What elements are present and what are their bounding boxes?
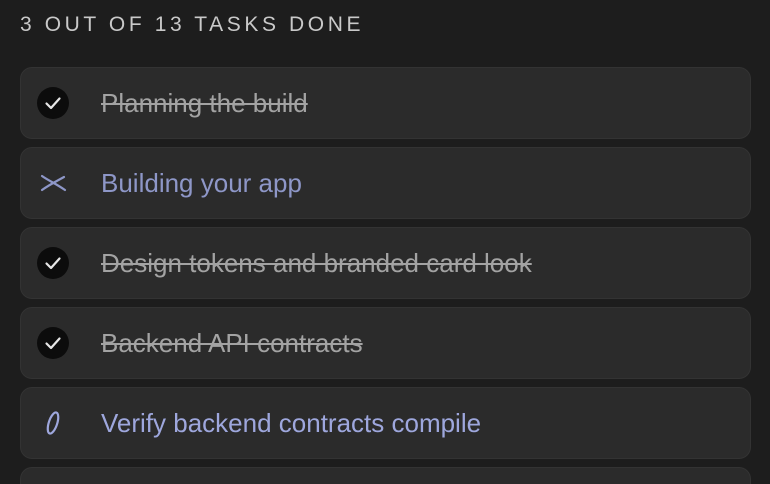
task-label: Planning the build (101, 88, 308, 118)
check-circle-icon (37, 327, 69, 359)
task-list: Planning the build Building your app Des… (20, 67, 751, 484)
task-item-next-partial[interactable] (20, 467, 751, 484)
check-circle-icon (37, 247, 69, 279)
task-label: Building your app (101, 168, 302, 198)
check-circle-icon (37, 87, 69, 119)
progress-header: 3 out of 13 tasks done (20, 13, 365, 36)
task-label: Verify backend contracts compile (101, 408, 482, 438)
sparkle-x-icon (37, 167, 69, 199)
spinner-icon (37, 407, 69, 439)
task-item-building[interactable]: Building your app (20, 147, 751, 219)
task-label: Backend API contracts (101, 328, 363, 358)
task-item-backend-api[interactable]: Backend API contracts (20, 307, 751, 379)
task-label: Design tokens and branded card look (101, 248, 532, 278)
task-item-planning[interactable]: Planning the build (20, 67, 751, 139)
task-item-design-tokens[interactable]: Design tokens and branded card look (20, 227, 751, 299)
task-item-verify-contracts[interactable]: Verify backend contracts compile (20, 387, 751, 459)
task-progress-panel: 3 out of 13 tasks done Planning the buil… (0, 0, 770, 484)
